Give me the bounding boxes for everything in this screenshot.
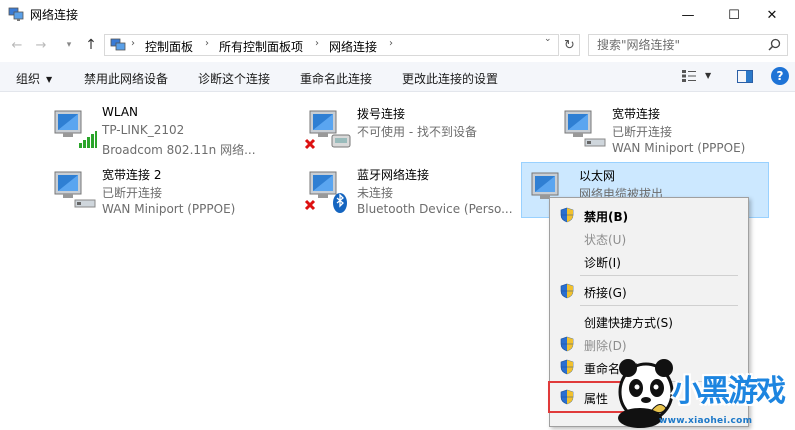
help-icon[interactable]: ? (771, 67, 789, 85)
uac-shield-icon (560, 336, 574, 352)
minimize-button[interactable]: — (665, 0, 711, 30)
connection-name: 蓝牙网络连接 (357, 168, 430, 182)
connection-name: WLAN (102, 105, 139, 119)
breadcrumb-chevron-icon[interactable]: › (205, 38, 209, 49)
network-connections-icon (8, 7, 24, 21)
forward-arrow-icon[interactable]: → (32, 36, 50, 54)
connection-device: Broadcom 802.11n 网络... (102, 143, 256, 157)
connection-name: 拨号连接 (357, 107, 406, 121)
watermark-logo-text: 小黑游戏 (672, 374, 786, 409)
context-menu-item[interactable]: 禁用(B) (550, 204, 748, 226)
preview-pane-icon[interactable] (737, 70, 753, 83)
connection-device: WAN Miniport (PPPOE) (102, 202, 236, 216)
connection-name: 以太网 (579, 169, 616, 183)
connection-device: Bluetooth Device (Perso... (357, 202, 513, 216)
change-settings-button[interactable]: 更改此连接的设置 (402, 70, 498, 87)
breadcrumb-all-items[interactable]: 所有控制面板项 (219, 38, 303, 55)
connection-item[interactable]: 蓝牙网络连接 未连接 Bluetooth Device (Perso... (300, 162, 548, 218)
context-menu-label: 诊断(I) (584, 256, 621, 270)
connection-name: 宽带连接 (612, 107, 661, 121)
connection-status: TP-LINK_2102 (102, 123, 185, 137)
context-menu-label: 状态(U) (584, 233, 627, 247)
command-bar: 组织 ▼ 禁用此网络设备 诊断这个连接 重命名此连接 更改此连接的设置 ▼ ? (0, 62, 795, 92)
uac-shield-icon (560, 359, 574, 375)
back-arrow-icon[interactable]: ← (8, 36, 26, 54)
diagnose-button[interactable]: 诊断这个连接 (198, 70, 270, 87)
context-menu-separator (580, 305, 738, 306)
connection-device: WAN Miniport (PPPOE) (612, 141, 746, 155)
connection-item[interactable]: WLAN TP-LINK_2102 Broadcom 802.11n 网络... (45, 101, 293, 157)
address-dropdown-icon[interactable]: ⌄ (544, 34, 552, 44)
navigation-bar: ← → ▾ ↑ › 控制面板 › 所有控制面板项 › 网络连接 › ⌄ ↻ (0, 30, 795, 60)
wifi-adapter-icon (54, 110, 97, 148)
search-box[interactable] (588, 34, 788, 56)
search-input[interactable] (597, 37, 757, 53)
context-menu-item[interactable]: 创建快捷方式(S) (550, 310, 748, 332)
view-dropdown-icon[interactable]: ▼ (705, 71, 711, 80)
organize-menu-button[interactable]: 组织 ▼ (16, 70, 52, 87)
address-bar[interactable]: › 控制面板 › 所有控制面板项 › 网络连接 › (104, 34, 559, 56)
context-menu-item[interactable]: 桥接(G) (550, 280, 748, 302)
broadband-adapter-icon (564, 110, 606, 147)
connection-item[interactable]: 拨号连接不可使用 - 找不到设备 (300, 101, 548, 157)
uac-shield-icon (560, 207, 574, 223)
connection-status: 不可使用 - 找不到设备 (357, 125, 477, 139)
connection-name: 宽带连接 2 (102, 168, 162, 182)
breadcrumb-network-connections[interactable]: 网络连接 (329, 38, 377, 55)
context-menu-item[interactable]: 诊断(I) (550, 250, 748, 272)
breadcrumb-chevron-icon[interactable]: › (131, 38, 135, 49)
close-button[interactable]: ✕ (749, 0, 795, 30)
watermark-url: www.xiaohei.com (659, 416, 753, 426)
title-bar: 网络连接 — ☐ ✕ (0, 0, 795, 30)
organize-label: 组织 (16, 72, 41, 86)
context-menu-label: 创建快捷方式(S) (584, 316, 673, 330)
up-arrow-icon[interactable]: ↑ (82, 36, 100, 54)
context-menu-item[interactable]: 状态(U) (550, 227, 748, 249)
bluetooth-adapter-icon (304, 171, 347, 213)
context-menu-label: 桥接(G) (584, 286, 627, 300)
dialup-adapter-icon (304, 110, 351, 150)
breadcrumb-chevron-icon[interactable]: › (389, 38, 393, 49)
rename-button[interactable]: 重命名此连接 (300, 70, 372, 87)
chevron-down-icon: ▼ (46, 75, 53, 84)
refresh-icon[interactable]: ↻ (560, 34, 580, 56)
window-title: 网络连接 (30, 8, 79, 22)
connection-item[interactable]: 宽带连接 2 已断开连接 WAN Miniport (PPPOE) (45, 162, 293, 218)
context-menu-label: 禁用(B) (584, 210, 629, 224)
uac-shield-icon (560, 283, 574, 299)
search-icon[interactable] (768, 38, 781, 51)
breadcrumb-control-panel[interactable]: 控制面板 (145, 38, 193, 55)
connection-item[interactable]: 宽带连接已断开连接 WAN Miniport (PPPOE) (555, 101, 795, 157)
broadband-adapter-icon (54, 171, 96, 208)
connection-status: 未连接 (357, 186, 394, 200)
breadcrumb-chevron-icon[interactable]: › (315, 38, 319, 49)
control-panel-icon (110, 38, 126, 51)
context-menu-separator (580, 275, 738, 276)
disable-device-button[interactable]: 禁用此网络设备 (84, 70, 168, 87)
view-options-icon[interactable] (682, 70, 696, 82)
connection-status: 已断开连接 (102, 186, 163, 200)
recent-locations-chevron-icon[interactable]: ▾ (60, 36, 78, 54)
connection-status: 已断开连接 (612, 125, 673, 139)
